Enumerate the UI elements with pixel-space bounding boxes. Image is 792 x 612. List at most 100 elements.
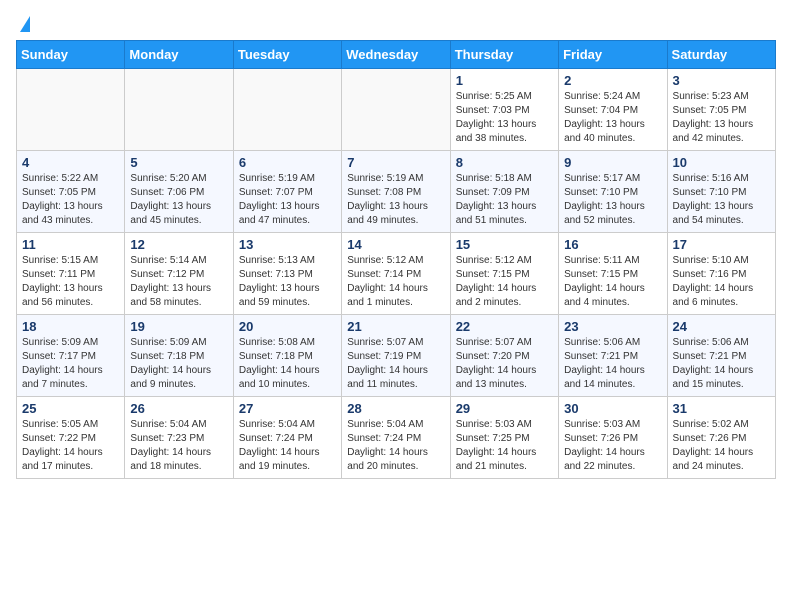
day-number: 30 <box>564 401 661 416</box>
day-number: 24 <box>673 319 770 334</box>
week-row-2: 4 Sunrise: 5:22 AMSunset: 7:05 PMDayligh… <box>17 151 776 233</box>
weekday-header-thursday: Thursday <box>450 41 558 69</box>
day-cell: 21 Sunrise: 5:07 AMSunset: 7:19 PMDaylig… <box>342 315 450 397</box>
weekday-header-row: SundayMondayTuesdayWednesdayThursdayFrid… <box>17 41 776 69</box>
day-info: Sunrise: 5:25 AMSunset: 7:03 PMDaylight:… <box>456 91 537 144</box>
day-cell: 23 Sunrise: 5:06 AMSunset: 7:21 PMDaylig… <box>559 315 667 397</box>
day-info: Sunrise: 5:02 AMSunset: 7:26 PMDaylight:… <box>673 419 754 472</box>
day-info: Sunrise: 5:09 AMSunset: 7:18 PMDaylight:… <box>130 337 211 390</box>
day-info: Sunrise: 5:22 AMSunset: 7:05 PMDaylight:… <box>22 173 103 226</box>
day-number: 4 <box>22 155 119 170</box>
day-cell: 18 Sunrise: 5:09 AMSunset: 7:17 PMDaylig… <box>17 315 125 397</box>
day-number: 27 <box>239 401 336 416</box>
day-number: 11 <box>22 237 119 252</box>
day-number: 8 <box>456 155 553 170</box>
day-number: 7 <box>347 155 444 170</box>
day-cell: 27 Sunrise: 5:04 AMSunset: 7:24 PMDaylig… <box>233 397 341 479</box>
day-cell: 15 Sunrise: 5:12 AMSunset: 7:15 PMDaylig… <box>450 233 558 315</box>
day-cell <box>125 69 233 151</box>
day-number: 29 <box>456 401 553 416</box>
day-number: 25 <box>22 401 119 416</box>
day-cell: 14 Sunrise: 5:12 AMSunset: 7:14 PMDaylig… <box>342 233 450 315</box>
day-cell: 26 Sunrise: 5:04 AMSunset: 7:23 PMDaylig… <box>125 397 233 479</box>
day-info: Sunrise: 5:11 AMSunset: 7:15 PMDaylight:… <box>564 255 645 308</box>
day-number: 9 <box>564 155 661 170</box>
day-number: 18 <box>22 319 119 334</box>
page-header <box>16 16 776 32</box>
weekday-header-sunday: Sunday <box>17 41 125 69</box>
day-number: 10 <box>673 155 770 170</box>
day-cell: 19 Sunrise: 5:09 AMSunset: 7:18 PMDaylig… <box>125 315 233 397</box>
day-number: 1 <box>456 73 553 88</box>
day-cell: 20 Sunrise: 5:08 AMSunset: 7:18 PMDaylig… <box>233 315 341 397</box>
day-cell: 7 Sunrise: 5:19 AMSunset: 7:08 PMDayligh… <box>342 151 450 233</box>
day-info: Sunrise: 5:04 AMSunset: 7:24 PMDaylight:… <box>347 419 428 472</box>
weekday-header-wednesday: Wednesday <box>342 41 450 69</box>
day-cell: 22 Sunrise: 5:07 AMSunset: 7:20 PMDaylig… <box>450 315 558 397</box>
day-number: 6 <box>239 155 336 170</box>
day-info: Sunrise: 5:19 AMSunset: 7:07 PMDaylight:… <box>239 173 320 226</box>
day-info: Sunrise: 5:15 AMSunset: 7:11 PMDaylight:… <box>22 255 103 308</box>
day-number: 15 <box>456 237 553 252</box>
day-number: 3 <box>673 73 770 88</box>
day-number: 23 <box>564 319 661 334</box>
weekday-header-monday: Monday <box>125 41 233 69</box>
day-info: Sunrise: 5:08 AMSunset: 7:18 PMDaylight:… <box>239 337 320 390</box>
day-info: Sunrise: 5:12 AMSunset: 7:14 PMDaylight:… <box>347 255 428 308</box>
day-info: Sunrise: 5:24 AMSunset: 7:04 PMDaylight:… <box>564 91 645 144</box>
day-cell: 16 Sunrise: 5:11 AMSunset: 7:15 PMDaylig… <box>559 233 667 315</box>
week-row-3: 11 Sunrise: 5:15 AMSunset: 7:11 PMDaylig… <box>17 233 776 315</box>
day-info: Sunrise: 5:13 AMSunset: 7:13 PMDaylight:… <box>239 255 320 308</box>
day-info: Sunrise: 5:06 AMSunset: 7:21 PMDaylight:… <box>673 337 754 390</box>
day-cell: 10 Sunrise: 5:16 AMSunset: 7:10 PMDaylig… <box>667 151 775 233</box>
day-info: Sunrise: 5:17 AMSunset: 7:10 PMDaylight:… <box>564 173 645 226</box>
day-number: 13 <box>239 237 336 252</box>
day-cell <box>342 69 450 151</box>
day-number: 2 <box>564 73 661 88</box>
day-number: 26 <box>130 401 227 416</box>
day-cell: 1 Sunrise: 5:25 AMSunset: 7:03 PMDayligh… <box>450 69 558 151</box>
day-cell: 4 Sunrise: 5:22 AMSunset: 7:05 PMDayligh… <box>17 151 125 233</box>
day-number: 17 <box>673 237 770 252</box>
week-row-1: 1 Sunrise: 5:25 AMSunset: 7:03 PMDayligh… <box>17 69 776 151</box>
day-info: Sunrise: 5:18 AMSunset: 7:09 PMDaylight:… <box>456 173 537 226</box>
day-info: Sunrise: 5:07 AMSunset: 7:19 PMDaylight:… <box>347 337 428 390</box>
day-cell: 3 Sunrise: 5:23 AMSunset: 7:05 PMDayligh… <box>667 69 775 151</box>
day-info: Sunrise: 5:03 AMSunset: 7:25 PMDaylight:… <box>456 419 537 472</box>
day-cell <box>17 69 125 151</box>
day-cell: 17 Sunrise: 5:10 AMSunset: 7:16 PMDaylig… <box>667 233 775 315</box>
day-cell: 11 Sunrise: 5:15 AMSunset: 7:11 PMDaylig… <box>17 233 125 315</box>
day-number: 21 <box>347 319 444 334</box>
day-info: Sunrise: 5:07 AMSunset: 7:20 PMDaylight:… <box>456 337 537 390</box>
day-cell: 6 Sunrise: 5:19 AMSunset: 7:07 PMDayligh… <box>233 151 341 233</box>
logo <box>16 16 30 32</box>
weekday-header-tuesday: Tuesday <box>233 41 341 69</box>
week-row-5: 25 Sunrise: 5:05 AMSunset: 7:22 PMDaylig… <box>17 397 776 479</box>
day-info: Sunrise: 5:05 AMSunset: 7:22 PMDaylight:… <box>22 419 103 472</box>
day-info: Sunrise: 5:20 AMSunset: 7:06 PMDaylight:… <box>130 173 211 226</box>
day-cell: 25 Sunrise: 5:05 AMSunset: 7:22 PMDaylig… <box>17 397 125 479</box>
day-info: Sunrise: 5:16 AMSunset: 7:10 PMDaylight:… <box>673 173 754 226</box>
weekday-header-friday: Friday <box>559 41 667 69</box>
day-number: 12 <box>130 237 227 252</box>
day-number: 22 <box>456 319 553 334</box>
day-cell: 30 Sunrise: 5:03 AMSunset: 7:26 PMDaylig… <box>559 397 667 479</box>
day-cell <box>233 69 341 151</box>
day-info: Sunrise: 5:06 AMSunset: 7:21 PMDaylight:… <box>564 337 645 390</box>
day-cell: 8 Sunrise: 5:18 AMSunset: 7:09 PMDayligh… <box>450 151 558 233</box>
day-cell: 5 Sunrise: 5:20 AMSunset: 7:06 PMDayligh… <box>125 151 233 233</box>
day-number: 19 <box>130 319 227 334</box>
day-info: Sunrise: 5:03 AMSunset: 7:26 PMDaylight:… <box>564 419 645 472</box>
week-row-4: 18 Sunrise: 5:09 AMSunset: 7:17 PMDaylig… <box>17 315 776 397</box>
day-number: 16 <box>564 237 661 252</box>
day-cell: 29 Sunrise: 5:03 AMSunset: 7:25 PMDaylig… <box>450 397 558 479</box>
day-number: 14 <box>347 237 444 252</box>
calendar-table: SundayMondayTuesdayWednesdayThursdayFrid… <box>16 40 776 479</box>
day-cell: 2 Sunrise: 5:24 AMSunset: 7:04 PMDayligh… <box>559 69 667 151</box>
day-info: Sunrise: 5:14 AMSunset: 7:12 PMDaylight:… <box>130 255 211 308</box>
day-info: Sunrise: 5:04 AMSunset: 7:24 PMDaylight:… <box>239 419 320 472</box>
day-number: 5 <box>130 155 227 170</box>
day-cell: 28 Sunrise: 5:04 AMSunset: 7:24 PMDaylig… <box>342 397 450 479</box>
day-info: Sunrise: 5:12 AMSunset: 7:15 PMDaylight:… <box>456 255 537 308</box>
day-cell: 9 Sunrise: 5:17 AMSunset: 7:10 PMDayligh… <box>559 151 667 233</box>
